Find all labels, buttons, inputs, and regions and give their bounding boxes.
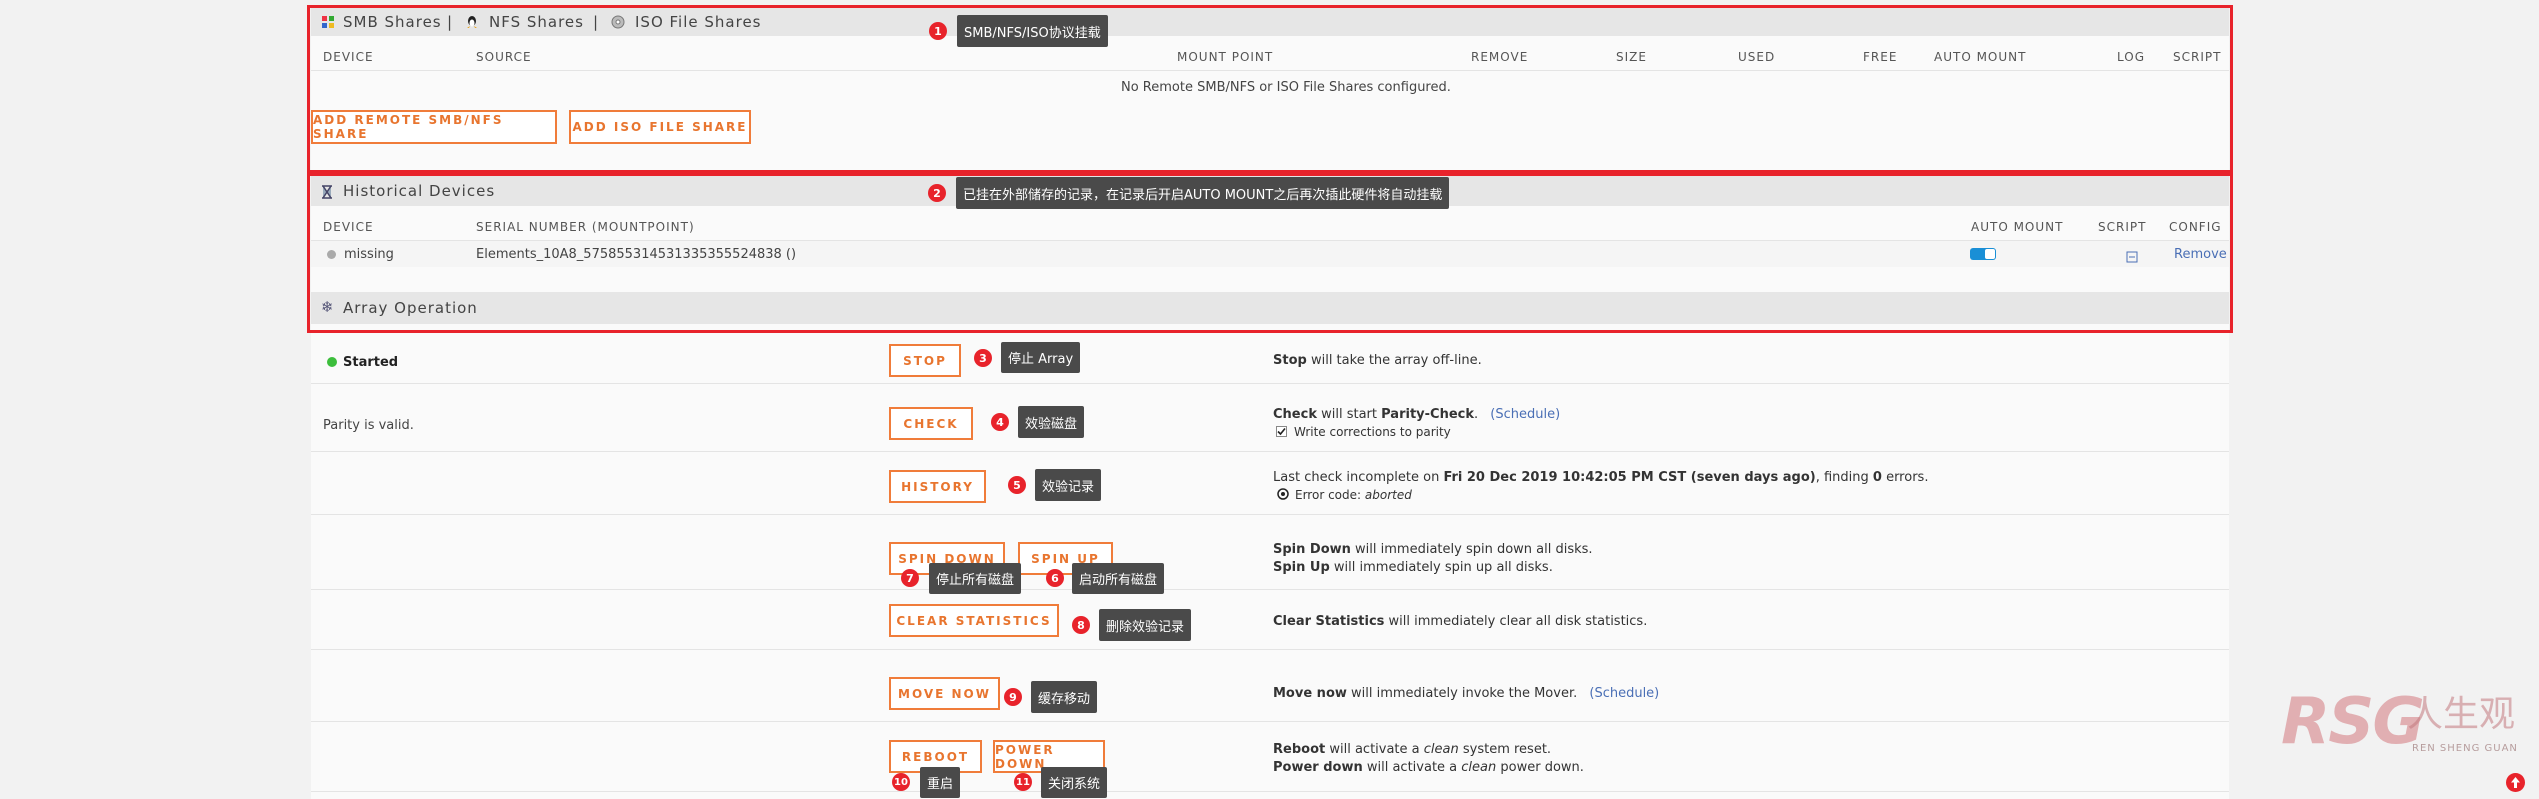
desc-bold: Fri 20 Dec 2019 10:42:05 PM CST (seven d… — [1443, 470, 1816, 485]
divider — [311, 589, 2229, 590]
desc-text: , finding — [1815, 470, 1873, 485]
annotation-badge-10: 10 — [892, 773, 910, 791]
stop-description: Stop will take the array off-line. — [1273, 354, 1482, 367]
annotation-badge-3: 3 — [974, 349, 992, 367]
annotation-label-6: 启动所有磁盘 — [1072, 563, 1165, 594]
divider — [311, 451, 2229, 452]
parity-status: Parity is valid. — [323, 418, 414, 433]
annotation-badge-1: 1 — [929, 22, 947, 40]
desc-bold: Spin Down — [1273, 542, 1351, 557]
check-schedule-link[interactable]: (Schedule) — [1490, 407, 1560, 422]
annotation-label-3: 停止 Array — [1001, 342, 1081, 373]
watermark-brand: RSG — [2281, 685, 2425, 759]
move-now-description: Move now will immediately invoke the Mov… — [1273, 687, 1659, 700]
clear-statistics-description: Clear Statistics will immediately clear … — [1273, 615, 1647, 628]
divider — [311, 649, 2229, 650]
desc-bold: Move now — [1273, 686, 1347, 701]
annotation-badge-5: 5 — [1008, 476, 1026, 494]
annotation-badge-7: 7 — [901, 569, 919, 587]
watermark-cn: 人生观 — [2407, 694, 2516, 735]
desc-text: will activate a — [1362, 760, 1462, 775]
desc-text: will start — [1316, 407, 1382, 422]
watermark-pinyin: REN SHENG GUAN — [2412, 743, 2518, 754]
back-to-top-icon[interactable] — [2506, 773, 2525, 792]
divider — [311, 721, 2229, 722]
desc-text: will activate a — [1325, 742, 1424, 757]
write-corrections-row: Write corrections to parity — [1276, 426, 1451, 438]
desc-text: system reset. — [1458, 742, 1552, 757]
annotation-label-11: 关闭系统 — [1041, 767, 1108, 798]
desc-bold: Clear Statistics — [1273, 614, 1385, 629]
annotation-label-9: 缓存移动 — [1031, 681, 1098, 713]
annotation-badge-6: 6 — [1046, 569, 1064, 587]
annotation-box-shares — [307, 5, 2233, 173]
annotation-label-4: 效验磁盘 — [1018, 406, 1085, 438]
desc-text: will immediately clear all disk statisti… — [1384, 614, 1648, 629]
desc-bold: Check — [1273, 407, 1317, 422]
annotation-badge-9: 9 — [1004, 688, 1022, 706]
divider — [311, 514, 2229, 515]
started-status-icon — [327, 357, 337, 367]
spin-up-description: Spin Up will immediately spin up all dis… — [1273, 561, 1553, 574]
history-description: Last check incomplete on Fri 20 Dec 2019… — [1273, 471, 1928, 484]
annotation-label-8: 删除效验记录 — [1099, 609, 1192, 641]
annotation-label-2: 已挂在外部储存的记录，在记录后开启AUTO MOUNT之后再次插此硬件将自动挂载 — [956, 177, 1450, 209]
desc-em: clean — [1423, 742, 1459, 757]
write-corrections-label: Write corrections to parity — [1294, 425, 1451, 439]
annotation-badge-8: 8 — [1072, 616, 1090, 634]
desc-bold: Reboot — [1273, 742, 1326, 757]
desc-bold: Spin Up — [1273, 560, 1330, 575]
annotation-label-10: 重启 — [920, 767, 961, 798]
desc-text: will immediately spin down all disks. — [1350, 542, 1593, 557]
desc-text: errors. — [1881, 470, 1929, 485]
spin-down-description: Spin Down will immediately spin down all… — [1273, 543, 1593, 556]
annotation-label-1: SMB/NFS/ISO协议挂载 — [957, 15, 1108, 47]
power-down-description: Power down will activate a clean power d… — [1273, 761, 1584, 774]
clear-statistics-button[interactable]: CLEAR STATISTICS — [889, 604, 1059, 637]
divider — [311, 791, 2229, 792]
history-button[interactable]: HISTORY — [889, 470, 986, 503]
array-status: Started — [343, 355, 399, 370]
desc-text: power down. — [1496, 760, 1584, 775]
desc-text: will take the array off-line. — [1306, 353, 1482, 368]
annotation-label-5: 效验记录 — [1035, 469, 1102, 501]
desc-text: Last check incomplete on — [1273, 470, 1444, 485]
annotation-badge-2: 2 — [928, 184, 946, 202]
error-code-row: Error code: aborted — [1277, 488, 1412, 502]
check-description: Check will start Parity-Check. (Schedule… — [1273, 408, 1560, 421]
desc-em: clean — [1461, 760, 1497, 775]
desc-bold: 0 — [1872, 470, 1882, 485]
annotation-badge-11: 11 — [1014, 773, 1032, 791]
error-code-value: aborted — [1364, 488, 1412, 502]
desc-text: . — [1474, 407, 1479, 422]
reboot-description: Reboot will activate a clean system rese… — [1273, 743, 1551, 756]
desc-bold: Parity-Check — [1381, 407, 1474, 422]
error-code-label: Error code: — [1295, 488, 1365, 502]
desc-text: will immediately invoke the Mover. — [1346, 686, 1578, 701]
stop-button[interactable]: STOP — [889, 344, 961, 377]
annotation-label-7: 停止所有磁盘 — [929, 563, 1022, 594]
annotation-badge-4: 4 — [991, 413, 1009, 431]
array-operation-panel: Started Parity is valid. STOP CHECK HIST… — [311, 333, 2229, 799]
desc-text: will immediately spin up all disks. — [1329, 560, 1553, 575]
write-corrections-checkbox[interactable] — [1276, 426, 1287, 437]
target-icon — [1277, 488, 1289, 500]
divider — [311, 383, 2229, 384]
desc-bold: Power down — [1273, 760, 1363, 775]
mover-schedule-link[interactable]: (Schedule) — [1589, 686, 1659, 701]
desc-bold: Stop — [1273, 353, 1307, 368]
check-button[interactable]: CHECK — [889, 407, 973, 440]
move-now-button[interactable]: MOVE NOW — [889, 677, 1000, 710]
